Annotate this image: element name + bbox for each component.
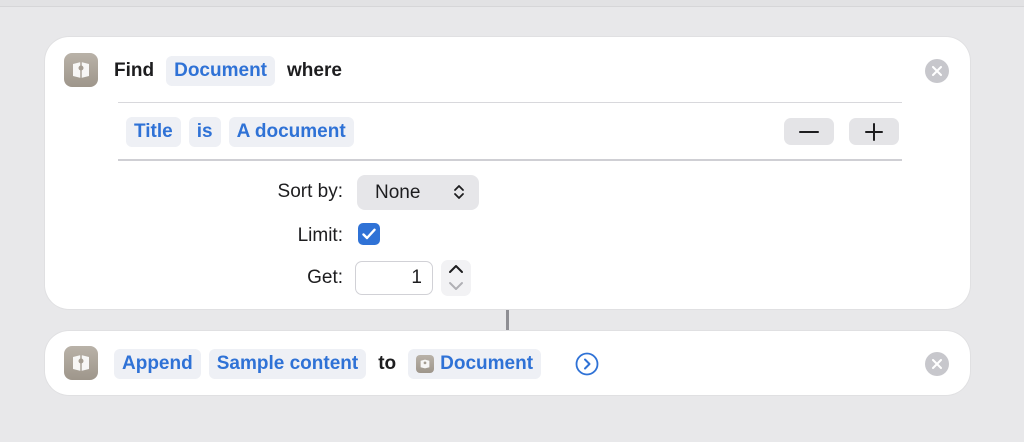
chevron-up-icon[interactable] <box>446 261 466 277</box>
checkmark-icon <box>362 228 376 240</box>
document-app-icon <box>416 355 435 373</box>
content-token[interactable]: Sample content <box>208 349 367 379</box>
target-document-token[interactable]: Document <box>408 349 542 379</box>
sort-by-value: None <box>375 181 421 203</box>
window-top-edge <box>0 0 1024 7</box>
where-word: where <box>287 60 342 81</box>
append-row: Append Sample content to Document <box>110 349 545 379</box>
add-filter-button[interactable] <box>849 118 899 145</box>
limit-checkbox[interactable] <box>358 223 380 245</box>
find-word: Find <box>114 60 155 81</box>
document-app-icon <box>64 346 98 380</box>
filter-row: Title is A document <box>122 117 358 147</box>
filter-value-token[interactable]: A document <box>228 117 354 147</box>
document-app-icon <box>64 53 98 87</box>
filter-bottom-divider <box>118 159 902 161</box>
minus-icon <box>799 130 819 133</box>
close-icon <box>932 66 942 76</box>
chevron-right-circle-icon[interactable] <box>575 352 599 376</box>
get-label: Get: <box>307 267 343 288</box>
to-word: to <box>378 353 397 374</box>
append-verb-token[interactable]: Append <box>114 349 201 379</box>
sort-by-popup[interactable]: None <box>357 175 479 210</box>
get-count-stepper[interactable] <box>441 260 471 296</box>
chevron-down-icon[interactable] <box>446 278 466 294</box>
filter-field-token[interactable]: Title <box>126 117 181 147</box>
action-connector <box>506 310 509 330</box>
filter-operator-token[interactable]: is <box>188 117 221 147</box>
plus-icon <box>865 122 883 141</box>
remove-filter-button[interactable] <box>784 118 834 145</box>
close-find-action-button[interactable] <box>925 59 949 83</box>
limit-label: Limit: <box>297 225 343 246</box>
updown-chevron-icon <box>454 185 464 199</box>
sort-by-label: Sort by: <box>277 181 343 202</box>
close-append-action-button[interactable] <box>925 352 949 376</box>
close-icon <box>932 359 942 369</box>
get-count-field[interactable]: 1 <box>355 261 433 295</box>
target-document-label: Document <box>440 353 534 374</box>
find-header: Find Document where <box>106 56 350 86</box>
entity-token[interactable]: Document <box>166 56 276 86</box>
filter-top-divider <box>118 102 902 103</box>
